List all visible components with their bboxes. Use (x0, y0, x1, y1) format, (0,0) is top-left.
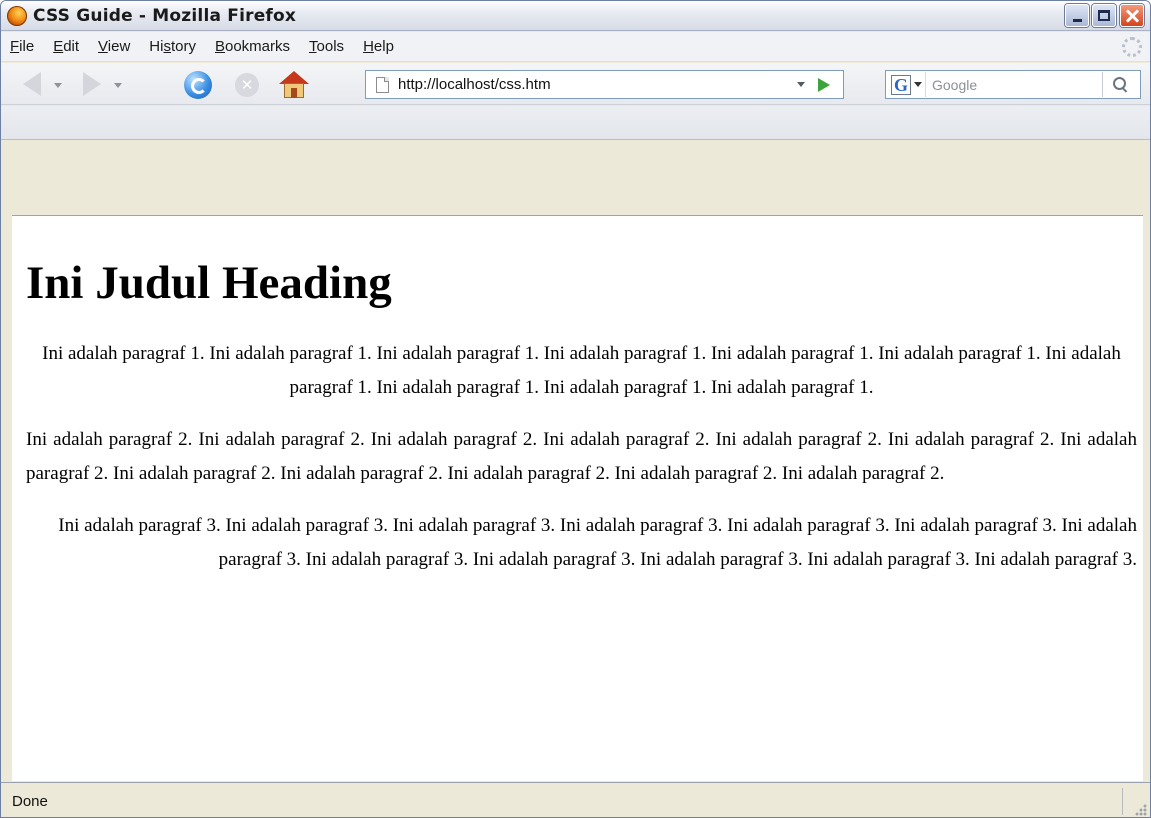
chevron-down-icon (914, 82, 922, 87)
paragraph-centered: Ini adalah paragraf 1. Ini adalah paragr… (42, 343, 1121, 398)
back-icon (23, 72, 41, 96)
menu-history[interactable]: History (149, 38, 196, 55)
menu-file-label: ile (19, 38, 35, 55)
search-engine-button[interactable]: G (888, 72, 926, 97)
resize-grip-icon[interactable] (1133, 802, 1147, 816)
forward-button[interactable] (77, 69, 107, 99)
paragraph-right-aligned: Ini adalah paragraf 3. Ini adalah paragr… (58, 515, 1137, 570)
magnifier-icon (1112, 76, 1129, 93)
menu-help-accel: H (363, 38, 374, 55)
title-bar[interactable]: CSS Guide - Mozilla Firefox (1, 1, 1150, 31)
back-history-dropdown-icon[interactable] (54, 83, 62, 88)
search-button[interactable] (1102, 72, 1138, 97)
menu-bar: File Edit View History Bookmarks Tools H… (1, 32, 1150, 62)
maximize-button[interactable] (1092, 4, 1116, 27)
page-heading: Ini Judul Heading (26, 257, 392, 309)
status-bar: Done (1, 782, 1150, 817)
close-button[interactable] (1120, 4, 1144, 27)
minimize-icon (1072, 18, 1082, 22)
menu-bookmarks-label: ookmarks (225, 38, 291, 55)
menu-bookmarks-accel: B (214, 38, 225, 55)
page-icon (376, 76, 389, 93)
menu-help-label: elp (373, 38, 394, 55)
menu-tools-accel: T (309, 38, 317, 55)
menu-bookmarks[interactable]: Bookmarks (215, 38, 290, 55)
menu-help[interactable]: Help (363, 38, 394, 55)
menu-view[interactable]: View (98, 38, 130, 55)
minimize-button[interactable] (1065, 4, 1089, 27)
search-bar: G (885, 70, 1141, 99)
home-button[interactable] (277, 69, 311, 101)
back-button[interactable] (17, 69, 47, 99)
bookmarks-toolbar (1, 106, 1150, 140)
status-divider (1122, 788, 1123, 815)
menu-view-accel: V (98, 38, 108, 55)
url-input[interactable] (398, 76, 758, 93)
home-icon (279, 71, 309, 99)
maximize-icon (1098, 10, 1110, 21)
menu-edit-label: dit (63, 38, 80, 55)
menu-history-label: tory (170, 38, 196, 55)
stop-icon: ✕ (235, 73, 259, 97)
menu-view-label: iew (107, 38, 131, 55)
menu-history-accel: s (163, 38, 171, 55)
page-content: Ini Judul Heading Ini adalah paragraf 1.… (12, 215, 1143, 781)
menu-edit-accel: E (53, 38, 64, 55)
menu-history-prefix: Hi (149, 38, 164, 55)
menu-file-accel: F (10, 38, 20, 55)
url-bar[interactable] (365, 70, 844, 99)
forward-history-dropdown-icon[interactable] (114, 83, 122, 88)
menu-edit[interactable]: Edit (53, 38, 79, 55)
window-title: CSS Guide - Mozilla Firefox (33, 5, 297, 26)
reload-icon (184, 71, 212, 99)
status-text: Done (12, 792, 48, 810)
firefox-logo-icon (7, 5, 27, 26)
menu-file[interactable]: File (10, 38, 34, 55)
paragraph-justified: Ini adalah paragraf 2. Ini adalah paragr… (26, 429, 1137, 484)
go-icon (818, 78, 830, 92)
navigation-toolbar: ✕ G (1, 63, 1150, 105)
throbber-icon (1122, 37, 1142, 57)
reload-button[interactable] (183, 70, 213, 100)
menu-tools-label: ools (316, 38, 345, 55)
chevron-down-icon (797, 82, 805, 87)
browser-window: CSS Guide - Mozilla Firefox File Edit Vi… (0, 0, 1151, 818)
go-button[interactable] (815, 76, 833, 94)
search-input[interactable] (932, 76, 1072, 93)
url-history-dropdown[interactable] (791, 71, 811, 98)
stop-button[interactable]: ✕ (233, 71, 261, 99)
menu-tools[interactable]: Tools (309, 38, 344, 55)
google-icon: G (891, 74, 911, 95)
close-icon (1125, 9, 1139, 23)
forward-icon (83, 72, 101, 96)
